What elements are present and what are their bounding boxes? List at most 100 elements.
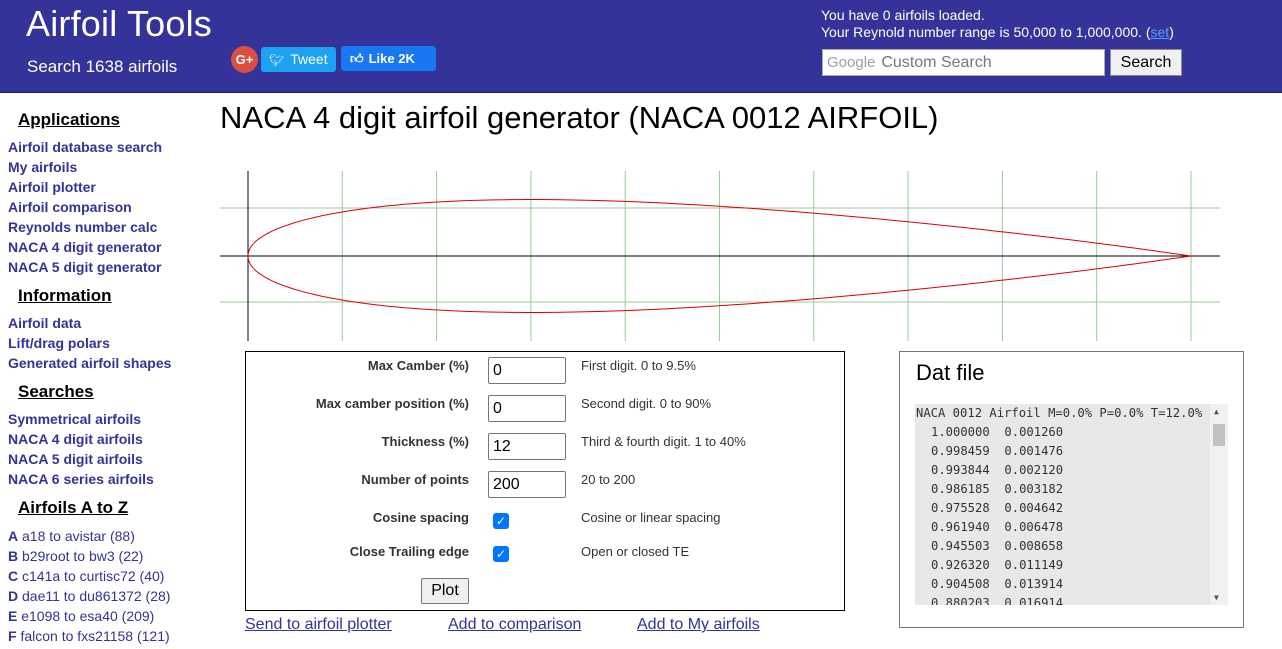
reynolds-range-text: Your Reynold number range is 50,000 to 1…	[821, 24, 1151, 40]
sidebar-link-naca4-generator[interactable]: NACA 4 digit generator	[8, 239, 162, 255]
loaded-count-text: You have 0 airfoils loaded.	[821, 7, 985, 23]
sidebar-link-airfoil-plotter[interactable]: Airfoil plotter	[8, 179, 96, 195]
sidebar-link-generated-shapes[interactable]: Generated airfoil shapes	[8, 355, 171, 371]
dat-scroll-thumb[interactable]	[1213, 424, 1225, 446]
az-range: dae11 to du861372	[22, 588, 142, 604]
dat-y: 0.013914	[1004, 577, 1064, 591]
dat-y: 0.016914	[1004, 596, 1064, 605]
dat-x: 0.904508	[931, 577, 990, 591]
dat-row: 0.945503 0.008658	[931, 539, 1063, 553]
az-count: (88)	[109, 528, 135, 544]
sidebar-link-airfoil-data[interactable]: Airfoil data	[8, 315, 81, 331]
cosine-spacing-checkbox[interactable]: ✓	[493, 513, 509, 529]
thickness-hint: Third & fourth digit. 1 to 40%	[581, 434, 746, 449]
site-subtitle: Search 1638 airfoils	[27, 57, 178, 76]
add-to-comparison-link[interactable]: Add to comparison	[448, 616, 581, 634]
scroll-up-arrow-icon[interactable]: ▲	[1214, 407, 1219, 416]
cosine-spacing-hint: Cosine or linear spacing	[581, 510, 721, 525]
az-count: (22)	[118, 548, 144, 564]
sidebar-link-reynolds-calc[interactable]: Reynolds number calc	[8, 219, 157, 235]
az-item[interactable]: A a18 to avistar (88)	[8, 528, 135, 544]
reynolds-set-link[interactable]: set	[1151, 24, 1170, 40]
az-range: e1098 to esa40	[21, 608, 118, 624]
sidebar-link-my-airfoils[interactable]: My airfoils	[8, 159, 77, 175]
az-letter: E	[8, 608, 18, 624]
az-letter: F	[8, 628, 17, 644]
dat-row: 0.904508 0.013914	[931, 577, 1063, 591]
dat-x: 1.000000	[931, 425, 990, 439]
google-logo: Google	[827, 54, 876, 71]
dat-scrollbar[interactable]: ▲ ▼	[1210, 404, 1228, 605]
dat-file-textarea[interactable]: NACA 0012 Airfoil M=0.0% P=0.0% T=12.0% …	[915, 404, 1228, 605]
page-title: NACA 4 digit airfoil generator (NACA 001…	[220, 100, 939, 135]
dat-row: 0.986185 0.003182	[931, 482, 1063, 496]
dat-y: 0.004642	[1004, 501, 1064, 515]
num-points-label: Number of points	[361, 472, 469, 487]
site-title-link[interactable]: Airfoil Tools	[26, 3, 212, 45]
sidebar-link-airfoil-database-search[interactable]: Airfoil database search	[8, 139, 162, 155]
sidebar-link-symmetrical[interactable]: Symmetrical airfoils	[8, 411, 141, 427]
generator-form: Max Camber (%) 0 First digit. 0 to 9.5% …	[245, 351, 845, 611]
sidebar-heading-searches: Searches	[18, 382, 94, 401]
dat-y: 0.011149	[1004, 558, 1064, 572]
az-item[interactable]: C c141a to curtisc72 (40)	[8, 568, 164, 584]
dat-row: 0.975528 0.004642	[931, 501, 1063, 515]
camber-position-label: Max camber position (%)	[315, 396, 469, 411]
dat-y: 0.001260	[1004, 425, 1064, 439]
thickness-input[interactable]: 12	[488, 433, 566, 460]
az-item[interactable]: E e1098 to esa40 (209)	[8, 608, 154, 624]
az-range: falcon to fxs21158	[20, 628, 134, 644]
dat-x: 0.986185	[931, 482, 990, 496]
az-letter: A	[8, 528, 19, 544]
camber-position-hint: Second digit. 0 to 90%	[581, 396, 712, 411]
dat-row: 0.993844 0.002120	[931, 463, 1063, 477]
az-range: a18 to avistar	[22, 528, 107, 544]
thickness-label: Thickness (%)	[381, 434, 469, 449]
scroll-down-arrow-icon[interactable]: ▼	[1214, 593, 1219, 602]
send-to-plotter-link[interactable]: Send to airfoil plotter	[245, 616, 392, 634]
dat-x: 0.998459	[931, 444, 990, 458]
plot-button[interactable]: Plot	[421, 578, 469, 604]
camber-position-input[interactable]: 0	[488, 395, 566, 422]
dat-x: 0.993844	[931, 463, 990, 477]
search-placeholder: Custom Search	[881, 54, 992, 71]
az-range: c141a to curtisc72	[22, 568, 136, 584]
add-to-my-airfoils-link[interactable]: Add to My airfoils	[637, 616, 760, 634]
sidebar-link-lift-drag-polars[interactable]: Lift/drag polars	[8, 335, 110, 351]
dat-row: 0.998459 0.001476	[931, 444, 1063, 458]
num-points-hint: 20 to 200	[581, 472, 636, 487]
dat-y: 0.008658	[1004, 539, 1064, 553]
sidebar-link-naca4-airfoils[interactable]: NACA 4 digit airfoils	[8, 431, 143, 447]
search-input[interactable]: Google Custom Search	[822, 49, 1105, 76]
az-letter: C	[8, 568, 19, 584]
dat-x: 0.975528	[931, 501, 990, 515]
search-button[interactable]: Search	[1110, 49, 1182, 76]
sidebar-link-naca6-airfoils[interactable]: NACA 6 series airfoils	[8, 471, 154, 487]
az-count: (209)	[121, 608, 155, 624]
dat-x: 0.961940	[931, 520, 990, 534]
thumbs-up-icon: 👍︎	[350, 51, 364, 66]
num-points-input[interactable]: 200	[488, 471, 566, 498]
sidebar-link-airfoil-comparison[interactable]: Airfoil comparison	[8, 199, 132, 215]
az-item[interactable]: B b29root to bw3 (22)	[8, 548, 143, 564]
tweet-button[interactable]: 🐦︎ Tweet	[261, 47, 336, 72]
az-count: (121)	[136, 628, 170, 644]
az-item[interactable]: F falcon to fxs21158 (121)	[8, 628, 170, 644]
max-camber-label: Max Camber (%)	[367, 358, 469, 373]
az-item[interactable]: D dae11 to du861372 (28)	[8, 588, 170, 604]
dat-y: 0.006478	[1004, 520, 1064, 534]
dat-file-title: Dat file	[916, 360, 985, 385]
airfoil-plot	[220, 171, 1220, 341]
max-camber-input[interactable]: 0	[488, 357, 566, 384]
close-te-hint: Open or closed TE	[581, 544, 690, 559]
sidebar-link-naca5-generator[interactable]: NACA 5 digit generator	[8, 259, 162, 275]
sidebar-link-naca5-airfoils[interactable]: NACA 5 digit airfoils	[8, 451, 143, 467]
az-range: b29root to bw3	[22, 548, 115, 564]
facebook-like-button[interactable]: 👍︎ Like 2K	[341, 46, 436, 71]
az-count: (28)	[145, 588, 171, 604]
google-plus-button[interactable]: G+	[231, 46, 258, 73]
close-te-checkbox[interactable]: ✓	[493, 546, 509, 562]
dat-row: 0.926320 0.011149	[931, 558, 1063, 572]
dat-x: 0.945503	[931, 539, 990, 553]
az-letter: D	[8, 588, 19, 604]
